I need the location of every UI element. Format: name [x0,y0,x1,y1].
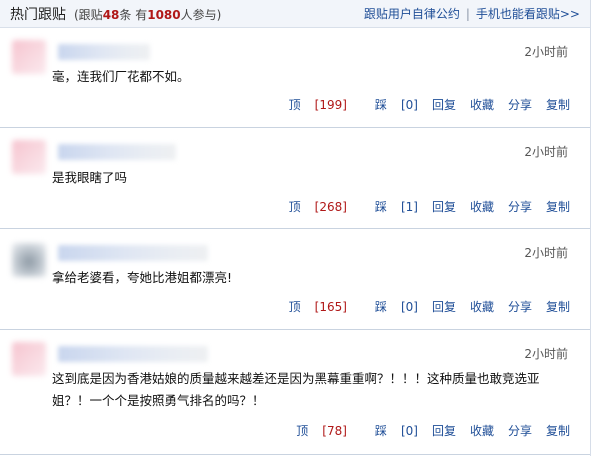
mobile-link[interactable]: 手机也能看跟贴>> [476,5,580,22]
upvote-label: 顶 [288,98,301,112]
comment-actions: 顶 [165] 踩 [0] 回复 收藏 分享 复制 [261,298,570,315]
stats-suffix: 人参与) [180,7,222,22]
favorite-button[interactable]: 收藏 [470,198,494,215]
copy-button[interactable]: 复制 [546,422,570,439]
reply-button[interactable]: 回复 [432,298,456,315]
user-avatar[interactable] [12,140,46,174]
comment-list: 2小时前 毫，连我们厂花都不如。 顶 [199] 踩 [0] 回复 收藏 分享 复制… [0,28,590,455]
comment-item: 2小时前 这到底是因为香港姑娘的质量越来越差还是因为黑幕重重啊？！！！这种质量也… [0,330,590,455]
comment-item: 2小时前 毫，连我们厂花都不如。 顶 [199] 踩 [0] 回复 收藏 分享 复制 [0,28,590,128]
comments-panel: 热门跟贴 (跟贴48条 有1080人参与) 跟贴用户自律公约 | 手机也能看跟贴… [0,0,591,456]
copy-button[interactable]: 复制 [546,198,570,215]
rules-link[interactable]: 跟贴用户自律公约 [364,5,460,22]
reply-button[interactable]: 回复 [432,198,456,215]
panel-header: 热门跟贴 (跟贴48条 有1080人参与) 跟贴用户自律公约 | 手机也能看跟贴… [0,0,590,28]
favorite-button[interactable]: 收藏 [470,298,494,315]
downvote-label: 踩 [374,98,387,112]
favorite-button[interactable]: 收藏 [470,422,494,439]
reply-button[interactable]: 回复 [432,422,456,439]
reply-button[interactable]: 回复 [432,96,456,113]
downvote-button[interactable]: 踩 [0] [361,422,418,439]
upvote-button[interactable]: 顶 [78] [282,422,347,439]
header-divider: | [465,6,470,21]
share-button[interactable]: 分享 [508,298,532,315]
comment-item: 2小时前 是我眼瞎了吗 顶 [268] 踩 [1] 回复 收藏 分享 复制 [0,128,590,229]
username-blurred[interactable] [58,346,208,362]
upvote-label: 顶 [288,200,301,214]
comment-text: 拿给老婆看，夸她比港姐都漂亮! [52,270,233,285]
comment-item: 2小时前 拿给老婆看，夸她比港姐都漂亮! 顶 [165] 踩 [0] 回复 收藏 分… [0,229,590,330]
upvote-button[interactable]: 顶 [199] [275,96,347,113]
comment-time: 2小时前 [524,145,568,159]
comment-text: 毫，连我们厂花都不如。 [52,69,190,84]
stats-prefix: (跟贴 [74,7,103,22]
upvote-count: [199] [314,98,347,112]
copy-button[interactable]: 复制 [546,298,570,315]
user-avatar[interactable] [12,342,46,376]
upvote-count: [78] [322,424,347,438]
comment-actions: 顶 [199] 踩 [0] 回复 收藏 分享 复制 [261,96,570,113]
stats-participant-count: 1080 [147,7,181,22]
downvote-count: [0] [400,424,418,438]
upvote-button[interactable]: 顶 [268] [275,198,347,215]
comment-time: 2小时前 [524,246,568,260]
comment-stats: (跟贴48条 有1080人参与) [74,6,221,23]
downvote-count: [0] [400,98,418,112]
downvote-count: [1] [400,200,418,214]
share-button[interactable]: 分享 [508,198,532,215]
downvote-label: 踩 [374,424,387,438]
copy-button[interactable]: 复制 [546,96,570,113]
downvote-button[interactable]: 踩 [0] [361,96,418,113]
stats-mid: 条 有 [119,7,148,22]
header-links: 跟贴用户自律公约 | 手机也能看跟贴>> [364,5,580,22]
user-avatar[interactable] [12,243,46,277]
downvote-label: 踩 [374,300,387,314]
username-blurred[interactable] [58,44,150,60]
upvote-label: 顶 [288,300,301,314]
comment-time: 2小时前 [524,45,568,59]
comment-actions: 顶 [78] 踩 [0] 回复 收藏 分享 复制 [268,422,570,439]
downvote-count: [0] [400,300,418,314]
comment-text: 这到底是因为香港姑娘的质量越来越差还是因为黑幕重重啊？！！！这种质量也敢竞选亚姐… [52,371,540,408]
user-avatar[interactable] [12,40,46,74]
upvote-count: [268] [314,200,347,214]
downvote-label: 踩 [374,200,387,214]
favorite-button[interactable]: 收藏 [470,96,494,113]
stats-post-count: 48 [102,7,120,22]
downvote-button[interactable]: 踩 [0] [361,298,418,315]
comment-time: 2小时前 [524,347,568,361]
panel-title: 热门跟贴 [10,6,66,23]
share-button[interactable]: 分享 [508,96,532,113]
downvote-button[interactable]: 踩 [1] [361,198,418,215]
comment-text: 是我眼瞎了吗 [52,170,128,185]
username-blurred[interactable] [58,144,176,160]
upvote-button[interactable]: 顶 [165] [275,298,347,315]
header-left: 热门跟贴 (跟贴48条 有1080人参与) [10,4,221,24]
share-button[interactable]: 分享 [508,422,532,439]
upvote-label: 顶 [296,424,309,438]
upvote-count: [165] [314,300,347,314]
comment-actions: 顶 [268] 踩 [1] 回复 收藏 分享 复制 [261,198,570,215]
username-blurred[interactable] [58,245,208,261]
